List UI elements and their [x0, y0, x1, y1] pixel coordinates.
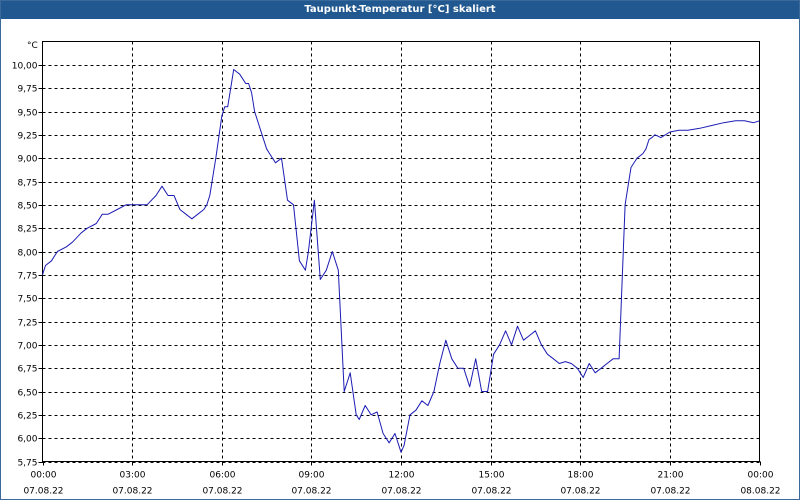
y-tick-label: 8,00 [17, 249, 37, 259]
x-tick-date-label: 07.08.22 [202, 487, 242, 497]
y-tick-label: 6,25 [17, 412, 37, 422]
y-tick-label: 7,00 [17, 342, 37, 352]
y-tick-label: 8,50 [17, 202, 37, 212]
x-tick-time-label: 15:00 [479, 471, 505, 481]
x-tick-time-label: 00:00 [748, 471, 774, 481]
y-tick-label: 9,50 [17, 109, 37, 119]
x-tick-date-label: 07.08.22 [381, 487, 421, 497]
x-tick-date-label: 07.08.22 [650, 487, 690, 497]
x-tick-time-label: 12:00 [389, 471, 415, 481]
x-tick-date-label: 07.08.22 [291, 487, 331, 497]
y-tick-label: 7,25 [17, 319, 37, 329]
x-tick-time-label: 09:00 [299, 471, 325, 481]
y-tick-label: 9,75 [17, 85, 37, 95]
x-tick-date-label: 07.08.22 [112, 487, 152, 497]
y-tick-label: 9,00 [17, 155, 37, 165]
y-tick-label: 7,50 [17, 295, 37, 305]
x-tick-time-label: 00:00 [31, 471, 57, 481]
x-tick-date-label: 07.08.22 [560, 487, 600, 497]
chart-window: Taupunkt-Temperatur [°C] skaliert °C 5,7… [0, 0, 800, 500]
y-tick-label: 7,75 [17, 272, 37, 282]
x-tick-time-label: 18:00 [568, 471, 594, 481]
y-tick-label: 8,25 [17, 225, 37, 235]
y-tick-label: 6,50 [17, 389, 37, 399]
y-tick-label: 8,75 [17, 179, 37, 189]
y-tick-label: 5,75 [17, 459, 37, 469]
y-tick-label: 10,00 [12, 62, 38, 72]
x-tick-time-label: 06:00 [210, 471, 236, 481]
x-tick-date-label: 07.08.22 [471, 487, 511, 497]
x-tick-date-label: 07.08.22 [23, 487, 63, 497]
y-tick-label: 6,00 [17, 435, 37, 445]
x-tick-time-label: 21:00 [658, 471, 684, 481]
y-axis-unit-label: °C [27, 41, 38, 51]
y-tick-label: 9,25 [17, 132, 37, 142]
chart-canvas: °C 5,75 6,00 6,25 6,50 6,75 7,00 7,25 7,50 7,75 8… [12, 41, 781, 497]
x-tick-date-label: 08.08.22 [740, 487, 780, 497]
x-tick-time-label: 03:00 [120, 471, 146, 481]
y-tick-label: 6,75 [17, 365, 37, 375]
